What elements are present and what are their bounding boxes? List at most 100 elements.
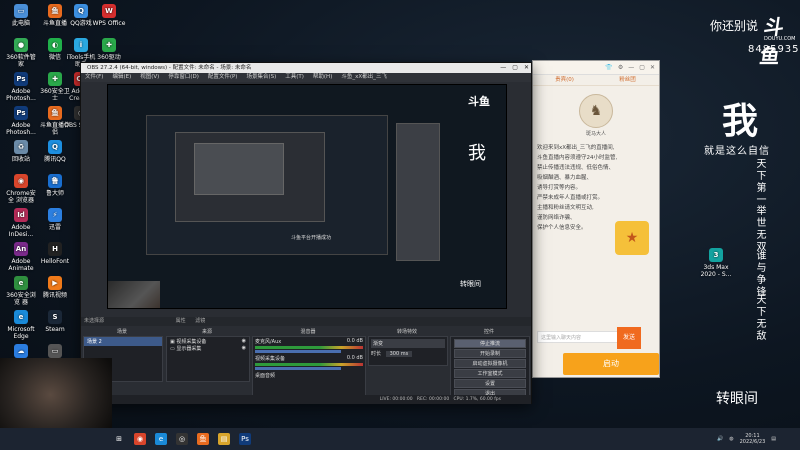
douyu-client-window[interactable]: 👕 ⚙ — ▢ ✕ 贵宾(0) 粉丝团 ♞ 斑马大人 欢迎来到xX都出_三飞的直… <box>532 60 660 378</box>
desktop-icon[interactable]: Ps Adobe Photosh... <box>4 106 38 136</box>
control-button[interactable]: 开始录制 <box>454 349 526 358</box>
app-icon: 鱼 <box>48 4 62 18</box>
control-button[interactable]: 设置 <box>454 379 526 388</box>
maximize-icon[interactable]: ▢ <box>512 63 518 73</box>
desktop-icon[interactable]: ✚ 360驱动 <box>92 38 126 61</box>
start-button[interactable]: 启动 <box>563 353 659 375</box>
clock-date[interactable]: 2022/6/23 <box>740 439 766 445</box>
app-icon: ◉ <box>14 174 28 188</box>
desktop-icon[interactable]: Q 腾讯QQ <box>38 140 72 163</box>
wallpaper-line-3: 谁与争锋 <box>754 250 765 298</box>
control-button[interactable]: 启动虚拟摄像机 <box>454 359 526 368</box>
volume-slider[interactable] <box>255 367 342 370</box>
desktop-icon[interactable]: W WPS Office <box>92 4 126 27</box>
mixer-track: 视频采集设备 0.0 dB <box>255 355 363 370</box>
menu-item[interactable]: 场景集合(S) <box>246 73 276 82</box>
obs-window[interactable]: OBS 27.2.4 (64-bit, windows) - 配置文件: 未命名… <box>80 62 532 404</box>
desktop-icon[interactable]: ▶ 腾讯视频 <box>38 276 72 299</box>
shirt-icon[interactable]: 👕 <box>605 61 612 74</box>
menu-item[interactable]: 工具(T) <box>285 73 304 82</box>
track-name: 桌面音频 <box>255 373 276 379</box>
desktop-icon[interactable]: S Steam <box>38 310 72 333</box>
menu-item[interactable]: 文件(F) <box>85 73 103 82</box>
minimize-icon[interactable]: — <box>628 61 634 74</box>
properties-button[interactable]: 属性 <box>176 318 186 324</box>
menu-item[interactable]: 编辑(E) <box>112 73 131 82</box>
wallpaper-footer: 转眼间 <box>716 391 758 407</box>
chrome-icon[interactable]: ◉ <box>134 433 146 445</box>
obs-icon[interactable]: ◎ <box>176 433 188 445</box>
gear-icon[interactable]: ⚙ <box>618 61 623 74</box>
eye-icon[interactable]: ◉ <box>242 338 246 344</box>
source-item[interactable]: ▭ 显示器采集 ◉ <box>170 345 246 352</box>
desktop-icon[interactable]: e Microsoft Edge <box>4 310 38 340</box>
menu-item[interactable]: 视图(V) <box>140 73 159 82</box>
control-button[interactable]: 工作室模式 <box>454 369 526 378</box>
menu-item[interactable]: 配置文件(P) <box>208 73 238 82</box>
volume-slider[interactable] <box>255 350 342 353</box>
3dsmax-icon: 3 <box>709 248 723 262</box>
douyu-titlebar: 👕 ⚙ — ▢ ✕ <box>533 61 659 75</box>
desktop-icon-label: 腾讯视频 <box>42 292 67 299</box>
edge-icon[interactable]: e <box>155 433 167 445</box>
desktop-icon-3dsmax[interactable]: 3 3ds Max 2020 - S... <box>696 248 736 278</box>
volume-meter <box>255 346 363 349</box>
chat-input[interactable]: 这里输入聊天内容 <box>537 331 621 343</box>
desktop-icon[interactable]: ⚡ 迅雷 <box>38 208 72 231</box>
app-icon: ▶ <box>48 276 62 290</box>
maximize-icon[interactable]: ▢ <box>639 61 645 74</box>
track-db: 0.0 dB <box>346 338 363 344</box>
filters-button[interactable]: 滤镜 <box>195 318 205 324</box>
desktop-icon[interactable]: ♻ 回收站 <box>4 140 38 163</box>
volume-icon[interactable]: 🔊 <box>717 436 723 442</box>
eye-icon[interactable]: ◉ <box>242 345 246 351</box>
menu-item[interactable]: 斗鱼_xX都出_三飞 <box>341 73 387 82</box>
send-button[interactable]: 发送 <box>617 327 641 349</box>
gift-badge: ★ <box>615 221 649 255</box>
wallpaper-line-1: 天下第一 <box>754 158 765 206</box>
transition-select[interactable]: 渐变 <box>371 339 445 348</box>
desktop-icon[interactable]: e 360安全浏览 器 <box>4 276 38 306</box>
tab-fans[interactable]: 粉丝团 <box>596 75 659 85</box>
duration-input[interactable]: 300 ms <box>385 351 413 357</box>
desktop-icon[interactable]: Ps Adobe Photosh... <box>4 72 38 102</box>
menu-item[interactable]: 停靠窗口(D) <box>168 73 199 82</box>
dock-header-controls: 控件 <box>483 329 494 335</box>
duration-label: 时长 <box>371 351 382 357</box>
app-icon: An <box>14 242 28 256</box>
desktop-icon[interactable]: ● 360软件管家 <box>4 38 38 68</box>
douyu-avatar: ♞ <box>579 94 613 128</box>
source-item[interactable]: ▣ 视频采集设备 ◉ <box>170 338 246 345</box>
avatar-caption: 斑马大人 <box>585 131 606 137</box>
douyu-icon[interactable]: 鱼 <box>197 433 209 445</box>
desktop-icon-label: 鲁大师 <box>45 190 64 197</box>
app-icon: ▭ <box>14 4 28 18</box>
obs-preview[interactable]: 斗鱼平台开播成功 我 斗鱼 转眼间 <box>107 84 507 309</box>
scene-item[interactable]: 场景 2 <box>84 337 162 346</box>
notification-icon[interactable]: ▤ <box>771 436 776 442</box>
folder-icon[interactable]: ▤ <box>218 433 230 445</box>
control-button[interactable]: 停止推流 <box>454 339 526 348</box>
desktop-icon[interactable]: ◉ Chrome安全 浏览器 <box>4 174 38 204</box>
desktop-icon-label: 360软件管家 <box>6 54 36 68</box>
photoshop-icon[interactable]: Ps <box>239 433 251 445</box>
cpu-usage: CPU: 1.7%, 60.00 fps <box>453 397 502 402</box>
desktop-icon-label: Chrome安全 浏览器 <box>6 190 36 204</box>
menu-item[interactable]: 帮助(H) <box>313 73 332 82</box>
wallpaper-logo: 你还别说 斗鱼 DOUYU.COM 8485935 <box>710 10 799 68</box>
minimize-icon[interactable]: — <box>500 63 506 73</box>
desktop-icon[interactable]: H HelloFont <box>38 242 72 265</box>
desktop-icon-label: 迅雷 <box>48 224 61 231</box>
desktop-icon[interactable]: Id Adobe InDesi... <box>4 208 38 238</box>
desktop-icon[interactable]: ▭ 此电脑 <box>4 4 38 27</box>
network-icon[interactable]: ◍ <box>729 436 733 442</box>
close-icon[interactable]: ✕ <box>650 61 655 74</box>
close-icon[interactable]: ✕ <box>524 63 529 73</box>
obs-titlebar: OBS 27.2.4 (64-bit, windows) - 配置文件: 未命名… <box>81 63 531 73</box>
desktop-icon[interactable]: An Adobe Animate <box>4 242 38 272</box>
source-toolbar: 未选择源 属性 滤镜 <box>81 317 531 326</box>
desktop-icon[interactable]: 鲁鲁大师 <box>38 174 72 197</box>
tab-vip[interactable]: 贵宾(0) <box>533 75 596 85</box>
rec-timer: REC: 00:00:00 <box>416 397 450 402</box>
start-icon[interactable]: ⊞ <box>113 433 125 445</box>
